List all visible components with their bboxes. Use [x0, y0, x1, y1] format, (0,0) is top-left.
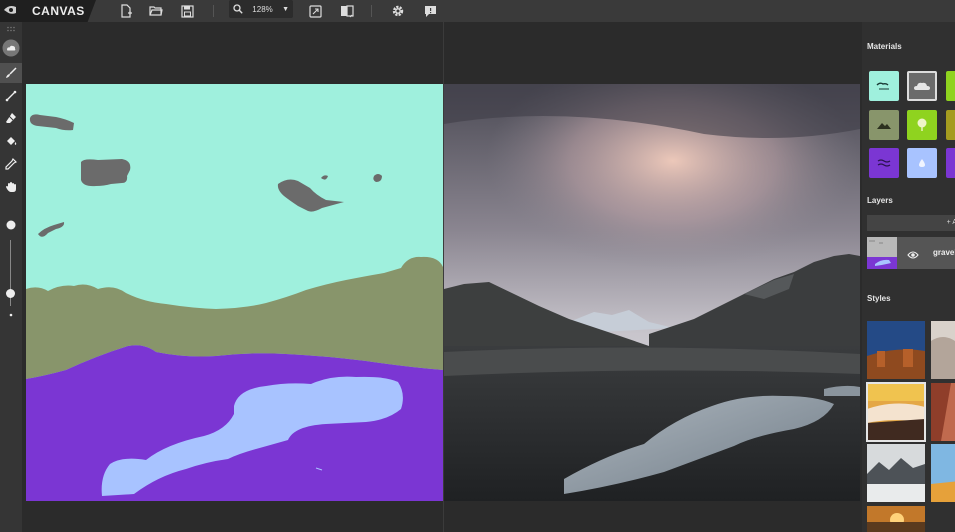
save-icon[interactable]: [176, 0, 198, 22]
brush-size-small-icon: [0, 305, 22, 325]
right-panel: Materials Layers + A gravel Styles: [862, 22, 955, 532]
brush-size-slider-handle[interactable]: [6, 289, 15, 299]
zoom-value: 128%: [252, 4, 273, 14]
left-toolbar: [0, 22, 22, 532]
line-icon[interactable]: [0, 86, 22, 106]
open-folder-icon[interactable]: [145, 0, 167, 22]
layer-thumbnail: [867, 237, 897, 269]
eraser-icon[interactable]: [0, 108, 22, 128]
material-purple[interactable]: [946, 148, 955, 178]
grip-icon: [0, 24, 22, 34]
material-sky[interactable]: [869, 71, 899, 101]
nvidia-logo: [0, 0, 26, 22]
material-water[interactable]: [869, 148, 899, 178]
material-tree[interactable]: [907, 110, 937, 140]
styles-title: Styles: [867, 294, 891, 303]
style-thumbnail[interactable]: [867, 506, 925, 532]
brush-size-large-icon: [0, 215, 22, 235]
top-toolbar: CANVAS 128% ▼: [0, 0, 955, 22]
toolbar-separator: [371, 5, 372, 17]
fill-bucket-icon[interactable]: [0, 131, 22, 151]
zoom-control[interactable]: 128% ▼: [229, 0, 293, 18]
material-lime[interactable]: [946, 71, 955, 101]
toolbar-separator: [213, 5, 214, 17]
new-file-icon[interactable]: [115, 0, 137, 22]
style-thumbnail[interactable]: [931, 321, 955, 379]
feedback-icon[interactable]: [419, 0, 441, 22]
hand-pan-icon[interactable]: [0, 177, 22, 197]
canvas-app: CANVAS 128% ▼ Materials Layers + A grave…: [0, 0, 955, 532]
layer-name: gravel: [933, 248, 955, 257]
gear-icon[interactable]: [387, 0, 409, 22]
style-thumbnail[interactable]: [866, 382, 926, 442]
brush-icon[interactable]: [0, 63, 22, 83]
app-title: CANVAS: [26, 0, 96, 22]
cloud-material-icon[interactable]: [0, 38, 22, 58]
material-cloud[interactable]: [907, 71, 937, 101]
style-thumbnail[interactable]: [931, 444, 955, 502]
segmentation-drawing[interactable]: [26, 84, 443, 501]
layers-title: Layers: [867, 196, 893, 205]
eyedropper-icon[interactable]: [0, 154, 22, 174]
style-thumbnail[interactable]: [931, 383, 955, 441]
output-image: [444, 84, 860, 501]
style-thumbnail[interactable]: [867, 444, 925, 502]
chevron-down-icon[interactable]: ▼: [282, 6, 289, 13]
compare-view-icon[interactable]: [336, 0, 358, 22]
materials-title: Materials: [867, 42, 902, 51]
layer-row[interactable]: gravel: [867, 237, 955, 269]
segmentation-canvas[interactable]: [26, 84, 443, 501]
material-snow[interactable]: [907, 148, 937, 178]
search-icon: [233, 4, 243, 14]
material-dirt[interactable]: [946, 110, 955, 140]
eye-icon[interactable]: [907, 247, 919, 265]
add-layer-button[interactable]: + A: [867, 215, 955, 231]
fit-screen-icon[interactable]: [304, 0, 326, 22]
material-hill[interactable]: [869, 110, 899, 140]
style-thumbnail[interactable]: [867, 321, 925, 379]
